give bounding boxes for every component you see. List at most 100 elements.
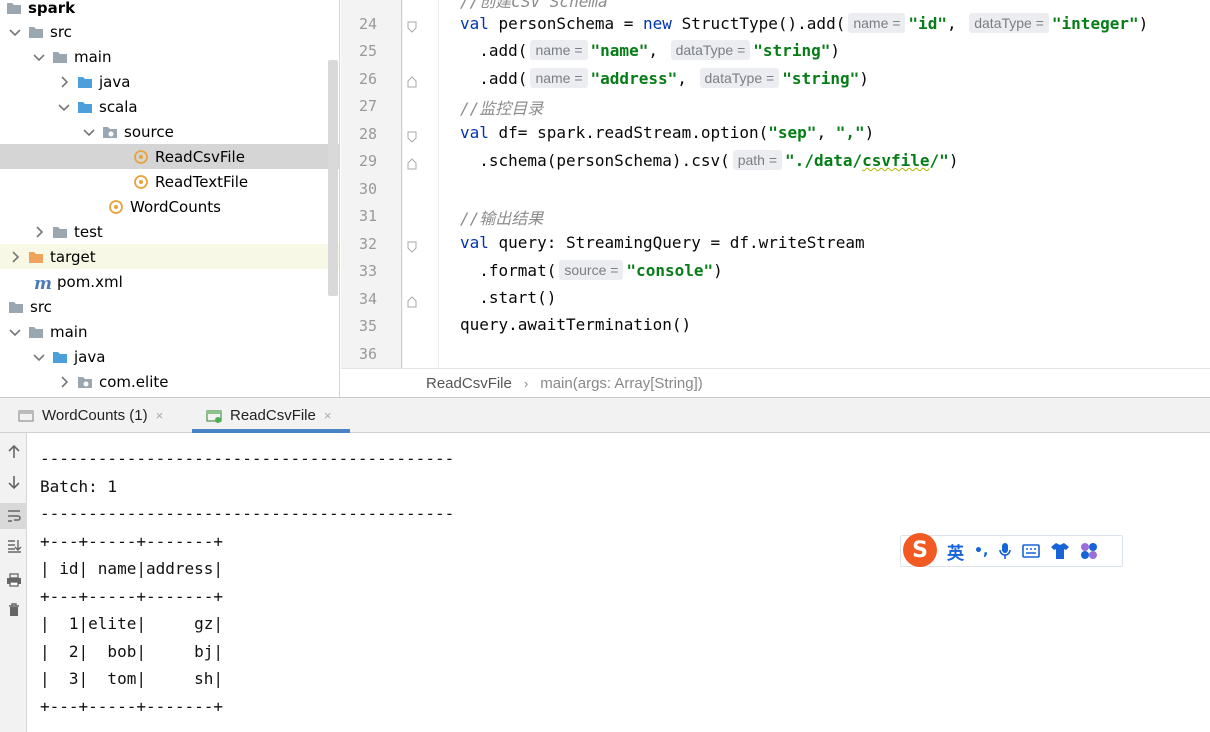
excluded-folder-icon (28, 250, 44, 264)
run-console[interactable]: ----------------------------------------… (28, 433, 1210, 732)
tree-item-src[interactable]: src (0, 19, 339, 44)
tree-item-pom-xml[interactable]: m pom.xml (0, 269, 339, 294)
chevron-down-icon[interactable] (57, 100, 71, 114)
chevron-down-icon[interactable] (8, 25, 22, 39)
microphone-icon[interactable] (998, 542, 1012, 560)
folder-icon (52, 225, 68, 239)
scala-object-icon (133, 174, 149, 189)
tree-item-target[interactable]: target (0, 244, 339, 269)
code-line-32: val query: StreamingQuery = df.writeStre… (460, 233, 865, 252)
tree-item-label: ReadTextFile (155, 172, 249, 191)
param-hint: name = (848, 13, 906, 33)
breadcrumb-separator: › (523, 375, 529, 391)
tree-item-readcsvfile[interactable]: ReadCsvFile (0, 144, 339, 169)
print-icon[interactable] (0, 567, 27, 593)
code-line-33: .format(source = "console") (460, 260, 723, 280)
tree-item-label: com.elite (99, 372, 169, 391)
tree-item-readtextfile[interactable]: ReadTextFile (0, 169, 339, 194)
run-tab-label: ReadCsvFile (230, 407, 316, 424)
fold-marker-icon[interactable] (407, 128, 417, 143)
ime-toolbar: S 英 •, (900, 533, 1123, 567)
fold-marker-icon[interactable] (407, 155, 417, 170)
source-folder-icon (52, 350, 68, 364)
chevron-down-icon[interactable] (32, 50, 46, 64)
chevron-down-icon[interactable] (8, 325, 22, 339)
tree-item-spark[interactable]: spark (0, 0, 339, 20)
tree-item-java-2[interactable]: java (0, 344, 339, 369)
tree-item-wordcounts[interactable]: WordCounts (0, 194, 339, 219)
param-hint: name = (530, 68, 588, 88)
close-icon[interactable]: × (156, 408, 164, 423)
tree-item-label: scala (99, 97, 138, 116)
package-icon (77, 375, 93, 389)
breadcrumb-file[interactable]: ReadCsvFile (426, 375, 512, 392)
param-hint: dataType = (670, 40, 751, 60)
run-tab-readcsvfile[interactable]: ReadCsvFile × (206, 398, 331, 433)
soft-wrap-icon[interactable] (0, 503, 27, 529)
console-line: ----------------------------------------… (40, 449, 455, 468)
toolbox-icon[interactable] (1080, 542, 1098, 560)
keyboard-icon[interactable] (1022, 544, 1041, 558)
sogou-logo-icon[interactable]: S (903, 533, 937, 567)
param-hint: path = (732, 150, 783, 170)
tree-item-label: spark (28, 0, 76, 17)
svg-text:m: m (34, 275, 51, 291)
fold-marker-icon[interactable] (407, 238, 417, 253)
gutter-separator (401, 0, 402, 368)
tree-item-source[interactable]: source (0, 119, 339, 144)
trash-icon[interactable] (0, 597, 27, 623)
fold-marker-icon[interactable] (407, 73, 417, 88)
skin-shirt-icon[interactable] (1050, 542, 1070, 560)
tree-item-label: source (124, 122, 174, 141)
run-tab-wordcounts[interactable]: WordCounts (1) × (18, 398, 163, 433)
line-number: 24 (358, 15, 377, 33)
tree-item-java[interactable]: java (0, 69, 339, 94)
ime-language-toggle[interactable]: 英 (947, 539, 964, 564)
code-line-27: //监控目录 (460, 99, 544, 118)
maven-icon: m (33, 274, 52, 294)
scala-object-icon (108, 199, 124, 214)
scroll-to-end-icon[interactable] (0, 533, 27, 559)
tree-item-label: java (74, 347, 106, 366)
tree-item-com-elite[interactable]: com.elite (0, 369, 339, 394)
tree-item-label: pom.xml (57, 272, 123, 291)
code-editor[interactable]: 24 25 26 27 28 29 30 31 32 33 34 35 36 /… (341, 0, 1210, 368)
code-line-29: .schema(personSchema).csv(path = "./data/… (460, 150, 959, 170)
tree-item-label: main (50, 322, 88, 341)
tree-item-main[interactable]: main (0, 44, 339, 69)
fold-marker-icon[interactable] (407, 293, 417, 308)
line-gutter: 24 25 26 27 28 29 30 31 32 33 34 35 36 (341, 0, 403, 368)
run-console-icon (18, 409, 34, 423)
console-line: ----------------------------------------… (40, 504, 455, 523)
close-icon[interactable]: × (324, 408, 332, 423)
scala-object-icon (133, 149, 149, 164)
line-number: 31 (358, 207, 377, 225)
line-number: 26 (358, 70, 377, 88)
param-hint: source = (559, 260, 624, 280)
tree-item-scala[interactable]: scala (0, 94, 339, 119)
chevron-right-icon[interactable] (57, 75, 71, 89)
chevron-right-icon[interactable] (57, 375, 71, 389)
tree-item-test[interactable]: test (0, 219, 339, 244)
code-line-28: val df= spark.readStream.option("sep", "… (460, 123, 875, 142)
fold-marker-icon[interactable] (407, 18, 417, 33)
console-line: | 2| bob| bj| (40, 642, 224, 661)
source-folder-icon (77, 100, 93, 114)
chevron-down-icon[interactable] (32, 350, 46, 364)
tree-item-main-2[interactable]: main (0, 319, 339, 344)
arrow-up-icon[interactable] (0, 439, 27, 465)
run-side-toolbar (0, 433, 27, 732)
chevron-down-icon[interactable] (82, 125, 96, 139)
line-number: 30 (358, 180, 377, 198)
tree-item-src-2[interactable]: src (0, 294, 339, 319)
breadcrumb-method[interactable]: main(args: Array[String]) (540, 375, 703, 392)
ime-punctuation-toggle[interactable]: •, (974, 543, 988, 559)
chevron-right-icon[interactable] (32, 225, 46, 239)
tree-scrollbar[interactable] (328, 60, 338, 296)
line-number: 25 (358, 42, 377, 60)
chevron-right-icon[interactable] (8, 250, 22, 264)
tree-item-label: main (74, 47, 112, 66)
folder-icon (28, 325, 44, 339)
arrow-down-icon[interactable] (0, 469, 27, 495)
line-number: 33 (358, 262, 377, 280)
